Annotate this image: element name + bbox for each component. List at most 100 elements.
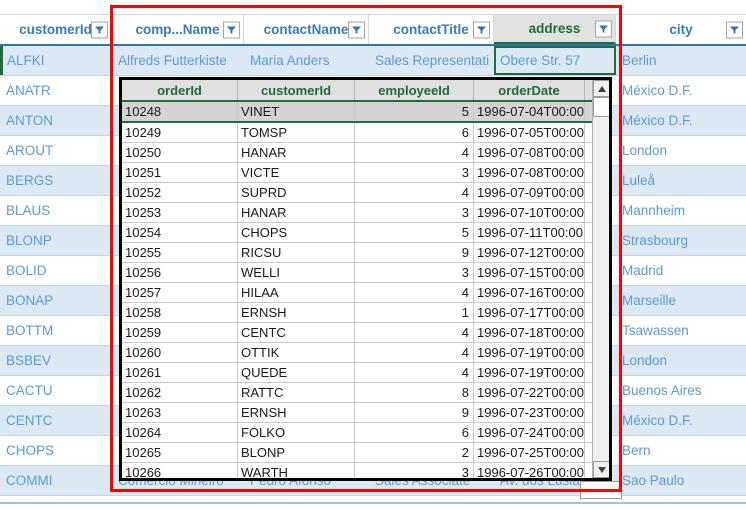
cell-employeeid[interactable]: 3 xyxy=(355,263,474,282)
cell-customerid[interactable]: CENTC xyxy=(238,323,355,342)
filter-dropdown-icon[interactable] xyxy=(348,21,365,38)
cell-address[interactable]: Obere Str. 57 xyxy=(494,46,616,75)
cell-orderdate[interactable]: 1996-07-26T00:00: xyxy=(474,463,585,478)
cell-customerid[interactable]: BLONP xyxy=(238,443,355,462)
cell-employeeid[interactable]: 8 xyxy=(355,383,474,402)
cell-orderdate[interactable]: 1996-07-19T00:00: xyxy=(474,343,585,362)
filter-dropdown-icon[interactable] xyxy=(726,21,743,38)
cell-city[interactable]: Bern xyxy=(616,436,746,465)
filter-dropdown-icon[interactable] xyxy=(595,20,612,37)
cell-companyname[interactable]: Alfreds Futterkiste xyxy=(112,46,244,75)
cell-orderid[interactable]: 10250 xyxy=(122,143,238,162)
cell-customerid[interactable]: SUPRD xyxy=(238,183,355,202)
cell-city[interactable]: Buenos Aires xyxy=(616,376,746,405)
cell-orderdate[interactable]: 1996-07-24T00:00: xyxy=(474,423,585,442)
cell-customerid[interactable]: CHOPS xyxy=(238,223,355,242)
cell-employeeid[interactable]: 5 xyxy=(355,223,474,242)
cell-customerid[interactable]: VICTE xyxy=(238,163,355,182)
orders-detail-grid[interactable]: orderId customerId employeeId orderDate 102… xyxy=(119,77,612,481)
cell-city[interactable]: Mannheim xyxy=(616,196,746,225)
cell-orderdate[interactable]: 1996-07-25T00:00: xyxy=(474,443,585,462)
filter-dropdown-icon[interactable] xyxy=(223,21,240,38)
cell-orderid[interactable]: 10257 xyxy=(122,283,238,302)
cell-customerid[interactable]: HANAR xyxy=(238,203,355,222)
cell-orderdate[interactable]: 1996-07-10T00:00: xyxy=(474,203,585,222)
bottom-editor-widget[interactable] xyxy=(580,481,622,499)
cell-orderid[interactable]: 10248 xyxy=(122,102,238,121)
cell-employeeid[interactable]: 9 xyxy=(355,403,474,422)
cell-employeeid[interactable]: 4 xyxy=(355,283,474,302)
cell-orderdate[interactable]: 1996-07-11T00:00: xyxy=(474,223,585,242)
cell-city[interactable]: México D.F. xyxy=(616,106,746,135)
table-row[interactable]: 10251 VICTE 3 1996-07-08T00:00: xyxy=(122,163,609,183)
table-row[interactable]: 10256 WELLI 3 1996-07-15T00:00: xyxy=(122,263,609,283)
cell-orderid[interactable]: 10263 xyxy=(122,403,238,422)
cell-orderid[interactable]: 10261 xyxy=(122,363,238,382)
cell-orderid[interactable]: 10258 xyxy=(122,303,238,322)
scrollbar-thumb[interactable] xyxy=(593,97,609,117)
table-row[interactable]: 10262 RATTC 8 1996-07-22T00:00: xyxy=(122,383,609,403)
cell-orderdate[interactable]: 1996-07-15T00:00: xyxy=(474,263,585,282)
orders-grid-vertical-scrollbar[interactable] xyxy=(592,80,609,478)
cell-orderdate[interactable]: 1996-07-05T00:00: xyxy=(474,123,585,142)
cell-contactname[interactable]: Maria Anders xyxy=(244,46,369,75)
cell-city[interactable]: Marseille xyxy=(616,286,746,315)
cell-customerid[interactable]: BLAUS xyxy=(0,196,112,225)
cell-orderid[interactable]: 10264 xyxy=(122,423,238,442)
cell-orderid[interactable]: 10254 xyxy=(122,223,238,242)
table-row[interactable]: 10248 VINET 5 1996-07-04T00:00: xyxy=(122,102,609,123)
cell-city[interactable]: México D.F. xyxy=(616,406,746,435)
cell-employeeid[interactable]: 5 xyxy=(355,102,474,121)
cell-orderid[interactable]: 10252 xyxy=(122,183,238,202)
cell-customerid[interactable]: FOLKO xyxy=(238,423,355,442)
cell-orderid[interactable]: 10259 xyxy=(122,323,238,342)
cell-city[interactable]: Berlin xyxy=(616,46,746,75)
column-header-contacttitle[interactable]: contactTitle xyxy=(369,15,494,44)
cell-employeeid[interactable]: 4 xyxy=(355,343,474,362)
cell-customerid[interactable]: BONAP xyxy=(0,286,112,315)
cell-city[interactable]: Tsawassen xyxy=(616,316,746,345)
table-row[interactable]: 10266 WARTH 3 1996-07-26T00:00: xyxy=(122,463,609,478)
cell-customerid[interactable]: ANATR xyxy=(0,76,112,105)
cell-employeeid[interactable]: 2 xyxy=(355,443,474,462)
column-header-address[interactable]: address xyxy=(494,15,616,44)
cell-city[interactable]: México D.F. xyxy=(616,76,746,105)
table-row[interactable]: 10258 ERNSH 1 1996-07-17T00:00: xyxy=(122,303,609,323)
cell-customerid[interactable]: BSBEV xyxy=(0,346,112,375)
column-header-customerid[interactable]: customerId xyxy=(238,80,355,100)
table-row[interactable]: 10250 HANAR 4 1996-07-08T00:00: xyxy=(122,143,609,163)
cell-orderdate[interactable]: 1996-07-17T00:00: xyxy=(474,303,585,322)
cell-customerid[interactable]: QUEDE xyxy=(238,363,355,382)
cell-customerid[interactable]: CENTC xyxy=(0,406,112,435)
cell-employeeid[interactable]: 3 xyxy=(355,163,474,182)
cell-customerid[interactable]: HILAA xyxy=(238,283,355,302)
cell-customerid[interactable]: WARTH xyxy=(238,463,355,478)
scroll-down-icon[interactable] xyxy=(593,461,609,478)
cell-customerid[interactable]: ERNSH xyxy=(238,303,355,322)
table-row[interactable]: 10260 OTTIK 4 1996-07-19T00:00: xyxy=(122,343,609,363)
cell-customerid[interactable]: ANTON xyxy=(0,106,112,135)
cell-employeeid[interactable]: 3 xyxy=(355,203,474,222)
cell-customerid[interactable]: OTTIK xyxy=(238,343,355,362)
table-row[interactable]: ALFKI Alfreds Futterkiste Maria Anders Sale… xyxy=(0,46,746,76)
table-row[interactable]: 10252 SUPRD 4 1996-07-09T00:00: xyxy=(122,183,609,203)
filter-dropdown-icon[interactable] xyxy=(91,21,108,38)
cell-orderdate[interactable]: 1996-07-09T00:00: xyxy=(474,183,585,202)
cell-customerid[interactable]: BOTTM xyxy=(0,316,112,345)
column-header-employeeid[interactable]: employeeId xyxy=(355,80,474,100)
cell-customerid[interactable]: CHOPS xyxy=(0,436,112,465)
cell-orderid[interactable]: 10253 xyxy=(122,203,238,222)
cell-customerid[interactable]: ERNSH xyxy=(238,403,355,422)
cell-employeeid[interactable]: 6 xyxy=(355,423,474,442)
table-row[interactable]: 10254 CHOPS 5 1996-07-11T00:00: xyxy=(122,223,609,243)
column-header-customerid[interactable]: customerId xyxy=(0,15,112,44)
table-row[interactable]: 10261 QUEDE 4 1996-07-19T00:00: xyxy=(122,363,609,383)
cell-orderdate[interactable]: 1996-07-08T00:00: xyxy=(474,163,585,182)
cell-customerid[interactable]: WELLI xyxy=(238,263,355,282)
cell-orderdate[interactable]: 1996-07-08T00:00: xyxy=(474,143,585,162)
column-header-city[interactable]: city xyxy=(616,15,746,44)
cell-orderid[interactable]: 10265 xyxy=(122,443,238,462)
cell-employeeid[interactable]: 6 xyxy=(355,123,474,142)
cell-employeeid[interactable]: 4 xyxy=(355,323,474,342)
cell-orderid[interactable]: 10256 xyxy=(122,263,238,282)
